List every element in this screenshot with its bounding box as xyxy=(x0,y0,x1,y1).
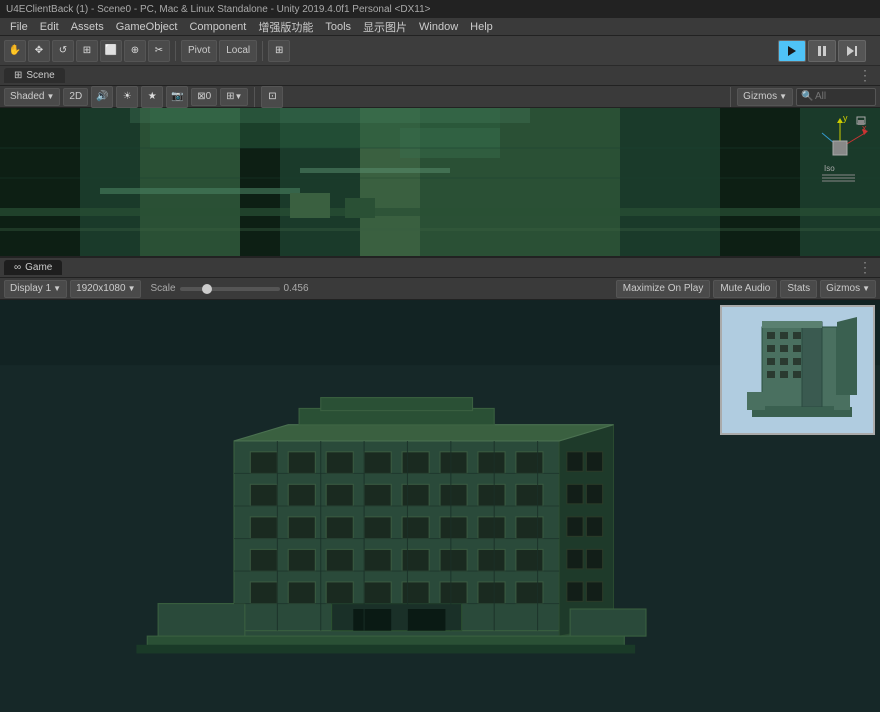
separator-2 xyxy=(262,41,263,61)
menu-edit[interactable]: Edit xyxy=(34,21,65,33)
game-toolbar: Display 1 ▼ 1920x1080 ▼ Scale 0.456 Maxi… xyxy=(0,278,880,300)
scale-slider[interactable] xyxy=(180,287,280,291)
title-bar: U4EClientBack (1) - Scene0 - PC, Mac & L… xyxy=(0,0,880,18)
scene-sep xyxy=(254,87,255,107)
game-gizmos-btn[interactable]: Gizmos ▼ xyxy=(820,280,876,298)
scale-tool[interactable]: ⊞ xyxy=(76,40,98,62)
stats-button[interactable]: Stats xyxy=(780,280,817,298)
scene-sep2 xyxy=(730,87,731,107)
svg-text:y: y xyxy=(843,113,848,123)
audio-icon[interactable]: 🔊 xyxy=(91,86,113,108)
search-icon: 🔍 xyxy=(801,91,813,102)
preview-thumbnail xyxy=(720,305,875,435)
scene-icon-0: ⊠ xyxy=(197,91,205,102)
step-button[interactable] xyxy=(838,40,866,62)
scene-tab-label: Scene xyxy=(26,70,54,81)
main-toolbar: ✋ ✥ ↺ ⊞ ⬜ ⊕ ✂ Pivot Local ⊞ xyxy=(0,36,880,66)
play-button[interactable] xyxy=(778,40,806,62)
transform-tool[interactable]: ⊕ xyxy=(124,40,146,62)
gizmos-arrow: ▼ xyxy=(779,92,787,101)
scene-tab-bar: ⊞ Scene ⋮ xyxy=(0,66,880,86)
move-tool[interactable]: ✥ xyxy=(28,40,50,62)
game-tab-icon: ∞ xyxy=(14,262,21,273)
shaded-arrow: ▼ xyxy=(46,92,54,101)
play-icon xyxy=(788,46,796,56)
scene-maximize-icon[interactable]: ⊡ xyxy=(261,86,283,108)
step-bar xyxy=(855,46,857,56)
mute-audio-button[interactable]: Mute Audio xyxy=(713,280,777,298)
play-controls xyxy=(778,40,866,62)
step-icon xyxy=(847,46,854,56)
scale-value: 0.456 xyxy=(284,283,309,294)
scene-grid-icon: ⊞ xyxy=(226,91,234,102)
separator-1 xyxy=(175,41,176,61)
scene-panel-menu[interactable]: ⋮ xyxy=(854,67,876,84)
title-text: U4EClientBack (1) - Scene0 - PC, Mac & L… xyxy=(6,4,430,15)
pause-bar-left xyxy=(818,46,821,56)
more-arrow: ▼ xyxy=(235,92,243,101)
game-viewport[interactable] xyxy=(0,300,880,712)
scene-fx-icon[interactable]: ★ xyxy=(141,86,163,108)
scene-toolbar: Shaded ▼ 2D 🔊 ☀ ★ 📷 ⊠ 0 ⊞ ▼ ⊡ xyxy=(0,86,880,108)
display-arrow: ▼ xyxy=(53,284,61,293)
scene-gizmo: y x Iso xyxy=(810,113,870,173)
maximize-on-play-button[interactable]: Maximize On Play xyxy=(616,280,711,298)
menu-help[interactable]: Help xyxy=(464,21,499,33)
pause-button[interactable] xyxy=(808,40,836,62)
custom-tool[interactable]: ✂ xyxy=(148,40,170,62)
panels-wrapper: ⊞ Scene ⋮ Shaded ▼ 2D 🔊 ☀ ★ 📷 ⊠ 0 ⊞ xyxy=(0,66,880,712)
menu-tools[interactable]: Tools xyxy=(319,21,357,33)
rect-tool[interactable]: ⬜ xyxy=(100,40,122,62)
hand-tool[interactable]: ✋ xyxy=(4,40,26,62)
extra-tool[interactable]: ⊞ xyxy=(268,40,290,62)
shaded-dropdown[interactable]: Shaded ▼ xyxy=(4,88,60,106)
scene-right-controls: Gizmos ▼ 🔍 xyxy=(727,87,876,107)
menu-bar: File Edit Assets GameObject Component 增强… xyxy=(0,18,880,36)
local-button[interactable]: Local xyxy=(219,40,257,62)
menu-component[interactable]: Component xyxy=(183,21,252,33)
display-dropdown[interactable]: Display 1 ▼ xyxy=(4,280,67,298)
rotate-tool[interactable]: ↺ xyxy=(52,40,74,62)
menu-showpic[interactable]: 显示图片 xyxy=(357,19,413,35)
scene-gizmos-btn[interactable]: Gizmos ▼ xyxy=(737,88,793,106)
menu-window[interactable]: Window xyxy=(413,21,464,33)
svg-text:Iso: Iso xyxy=(824,164,835,173)
menu-gameobject[interactable]: GameObject xyxy=(110,21,184,33)
menu-file[interactable]: File xyxy=(4,21,34,33)
scene-tab-icon: ⊞ xyxy=(14,70,22,81)
scene-panel: ⊞ Scene ⋮ Shaded ▼ 2D 🔊 ☀ ★ 📷 ⊠ 0 ⊞ xyxy=(0,66,880,258)
pivot-button[interactable]: Pivot xyxy=(181,40,217,62)
game-tab[interactable]: ∞ Game xyxy=(4,260,62,275)
scale-label: Scale xyxy=(150,283,175,294)
scale-thumb xyxy=(202,284,212,294)
res-arrow: ▼ xyxy=(128,284,136,293)
scene-more-btn[interactable]: ⊞ ▼ xyxy=(220,88,248,106)
scene-viewport[interactable]: y x Iso xyxy=(0,108,880,256)
scene-content xyxy=(0,108,880,256)
2d-button[interactable]: 2D xyxy=(63,88,88,106)
game-tab-label: Game xyxy=(25,262,52,273)
game-gizmos-arrow: ▼ xyxy=(862,284,870,293)
menu-assets[interactable]: Assets xyxy=(65,21,110,33)
game-panel-menu[interactable]: ⋮ xyxy=(854,259,876,276)
scene-camera-icon[interactable]: 📷 xyxy=(166,86,188,108)
menu-enhanced[interactable]: 增强版功能 xyxy=(252,19,319,35)
pause-bar-right xyxy=(823,46,826,56)
scale-container: Scale 0.456 xyxy=(150,283,308,294)
game-tab-bar: ∞ Game ⋮ xyxy=(0,258,880,278)
scene-zero-btn[interactable]: ⊠ 0 xyxy=(191,88,217,106)
resolution-dropdown[interactable]: 1920x1080 ▼ xyxy=(70,280,141,298)
scene-tab[interactable]: ⊞ Scene xyxy=(4,68,65,83)
game-panel: ∞ Game ⋮ Display 1 ▼ 1920x1080 ▼ Scale 0… xyxy=(0,258,880,712)
scene-lighting-icon[interactable]: ☀ xyxy=(116,86,138,108)
